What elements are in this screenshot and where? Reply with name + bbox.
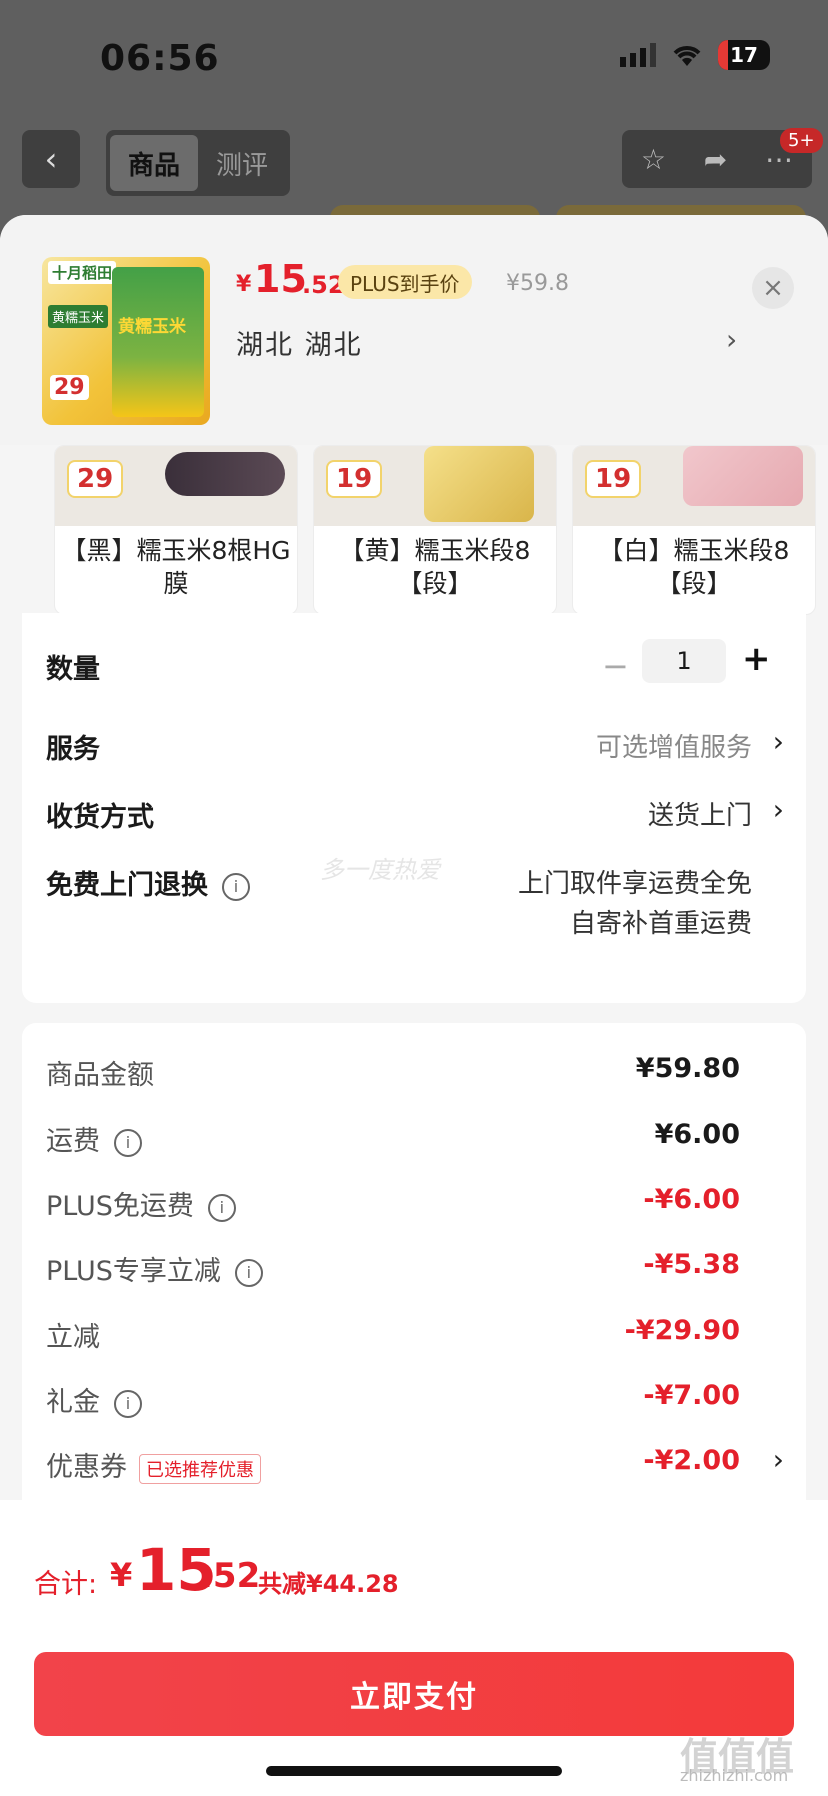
total-currency: ¥ (110, 1556, 133, 1594)
total-saved: 共减¥44.28 (258, 1570, 399, 1598)
price-integer: 15 (254, 257, 307, 301)
product-image-price: 29 (50, 375, 89, 400)
delivery-method-value[interactable]: 送货上门 (648, 795, 752, 832)
wifi-icon (673, 46, 701, 66)
chevron-right-icon[interactable]: › (726, 323, 737, 356)
signal-icon (620, 43, 656, 67)
chevron-right-icon[interactable]: › (773, 1443, 784, 1476)
coupon-tag: 已选推荐优惠 (139, 1453, 261, 1484)
free-return-line1: 上门取件享运费全免 (517, 869, 752, 899)
tab-product[interactable]: 商品 (110, 135, 198, 191)
product-image-tag: 黄糯玉米 (48, 305, 109, 328)
options-card: 数量 − 1 + 服务 可选增值服务 › 收货方式 送货上门 › 免费上门退换 i… (22, 613, 806, 1003)
free-return-text: 免费上门退换 (46, 870, 208, 901)
site-watermark-url: zhizhizhi.com (680, 1766, 789, 1785)
plus-free-shipping-label: PLUS免运费 i (46, 1184, 236, 1223)
shipping-label: 运费 i (46, 1119, 142, 1158)
share-icon[interactable]: ➦ (704, 143, 727, 176)
free-return-line2: 自寄补首重运费 (569, 909, 752, 939)
rice-bag-image (112, 267, 204, 417)
product-header: 十月稻田 黄糯玉米 黄糯玉米 29 ¥ 15 .52 PLUS到手价 ¥59.8… (0, 215, 828, 445)
variant-price: 19 (585, 460, 642, 498)
variant-image: 29 (55, 446, 297, 526)
chevron-right-icon[interactable]: › (773, 793, 784, 826)
coupon-text: 优惠券 (46, 1452, 127, 1483)
free-return-label: 免费上门退换 i (46, 863, 250, 902)
variant-label: 【黑】糯玉米8根HG膜 (61, 536, 291, 598)
plus-discount-label: PLUS专享立减 i (46, 1249, 263, 1288)
shipping-value: ¥6.00 (654, 1119, 740, 1150)
variant-option[interactable]: 19 【黄】糯玉米段8【段】 (313, 445, 557, 615)
tab-switcher: 商品 测评 (106, 130, 290, 196)
checkout-bar: 合计: ¥ 15 .52 共减¥44.28 立即支付 值值值 zhizhizhi… (0, 1500, 828, 1796)
variant-option[interactable]: 19 【白】糯玉米段8【段】 (572, 445, 816, 615)
product-image: 十月稻田 黄糯玉米 黄糯玉米 29 (42, 257, 210, 425)
coupon-value[interactable]: -¥2.00 (643, 1445, 740, 1476)
purchase-sheet: 十月稻田 黄糯玉米 黄糯玉米 29 ¥ 15 .52 PLUS到手价 ¥59.8… (0, 215, 828, 1796)
price-breakdown-card: 商品金额 ¥59.80 运费 i ¥6.00 PLUS免运费 i -¥6.00 PL… (22, 1023, 806, 1543)
pay-now-button[interactable]: 立即支付 (34, 1652, 794, 1736)
total-label: 合计: (34, 1569, 98, 1600)
black-corn-image (165, 452, 285, 496)
goods-amount-label: 商品金额 (46, 1060, 154, 1091)
quantity-increase-button[interactable]: + (742, 639, 771, 679)
info-icon[interactable]: i (234, 1258, 263, 1287)
variant-price: 29 (67, 460, 124, 498)
info-icon[interactable]: i (114, 1128, 142, 1157)
message-badge: 5+ (780, 128, 823, 153)
instant-discount-label: 立减 (46, 1322, 100, 1353)
info-icon[interactable]: i (207, 1193, 236, 1222)
service-value[interactable]: 可选增值服务 (596, 727, 752, 764)
gift-money-value: -¥7.00 (643, 1380, 740, 1411)
delivery-method-label: 收货方式 (46, 802, 154, 833)
gift-money-label: 礼金 i (46, 1380, 142, 1419)
plus-price-tag: PLUS到手价 (338, 265, 472, 299)
quantity-decrease-button[interactable]: − (602, 647, 629, 685)
quantity-label: 数量 (46, 654, 100, 685)
instant-discount-value: -¥29.90 (624, 1315, 740, 1346)
shipping-text: 运费 (46, 1126, 100, 1157)
variant-price: 19 (326, 460, 383, 498)
plus-free-shipping-text: PLUS免运费 (46, 1191, 194, 1222)
chevron-right-icon[interactable]: › (773, 725, 784, 758)
variant-label: 【黄】糯玉米段8【段】 (339, 536, 531, 598)
close-icon: × (762, 273, 784, 303)
status-icons: 17 (620, 40, 770, 70)
watermark-text: 多一度热爱 (320, 856, 440, 884)
variant-image: 19 (573, 446, 815, 526)
variant-label: 【白】糯玉米段8【段】 (598, 536, 790, 598)
star-icon[interactable]: ☆ (641, 143, 666, 176)
home-indicator[interactable] (266, 1766, 562, 1776)
plus-discount-text: PLUS专享立减 (46, 1256, 221, 1287)
variant-image: 19 (314, 446, 556, 526)
tab-review[interactable]: 测评 (198, 135, 286, 191)
total-decimal: .52 (200, 1556, 261, 1596)
yellow-corn-image (424, 446, 534, 522)
info-icon[interactable]: i (114, 1389, 142, 1418)
quantity-input[interactable]: 1 (642, 639, 726, 683)
white-corn-image (683, 446, 803, 506)
battery-icon: 17 (718, 40, 770, 70)
product-image-bag-text: 黄糯玉米 (118, 317, 186, 337)
plus-discount-value: -¥5.38 (643, 1249, 740, 1280)
delivery-address[interactable]: 湖北 湖北 (236, 323, 363, 362)
status-time: 06:56 (100, 38, 220, 79)
back-button[interactable]: ‹ (22, 130, 80, 188)
coupon-label[interactable]: 优惠券 已选推荐优惠 (46, 1445, 261, 1484)
price-currency: ¥ (236, 272, 252, 297)
service-label: 服务 (46, 734, 100, 765)
close-button[interactable]: × (752, 267, 794, 309)
info-icon[interactable]: i (222, 872, 250, 901)
back-icon: ‹ (44, 140, 58, 178)
original-price: ¥59.8 (506, 271, 569, 296)
goods-amount-value: ¥59.80 (635, 1053, 740, 1084)
product-image-brand: 十月稻田 (48, 261, 117, 284)
variant-option[interactable]: 29 【黑】糯玉米8根HG膜 (54, 445, 298, 615)
plus-free-shipping-value: -¥6.00 (643, 1184, 740, 1215)
gift-money-text: 礼金 (46, 1387, 100, 1418)
